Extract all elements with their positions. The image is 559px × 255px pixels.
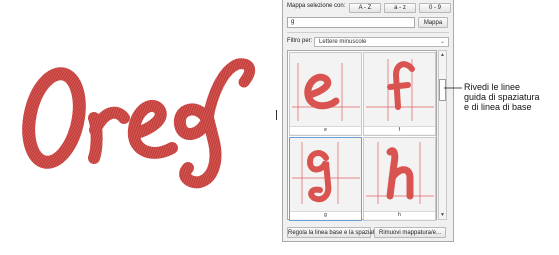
callout-leader-line — [444, 87, 462, 89]
callout-line-1: Rivedi le linee — [464, 82, 521, 92]
callout-line-3: e di linea di base — [464, 102, 532, 112]
callout-text: Rivedi le linee guida di spaziatura e di… — [464, 82, 540, 112]
callout-line-2: guida di spaziatura — [464, 92, 540, 102]
